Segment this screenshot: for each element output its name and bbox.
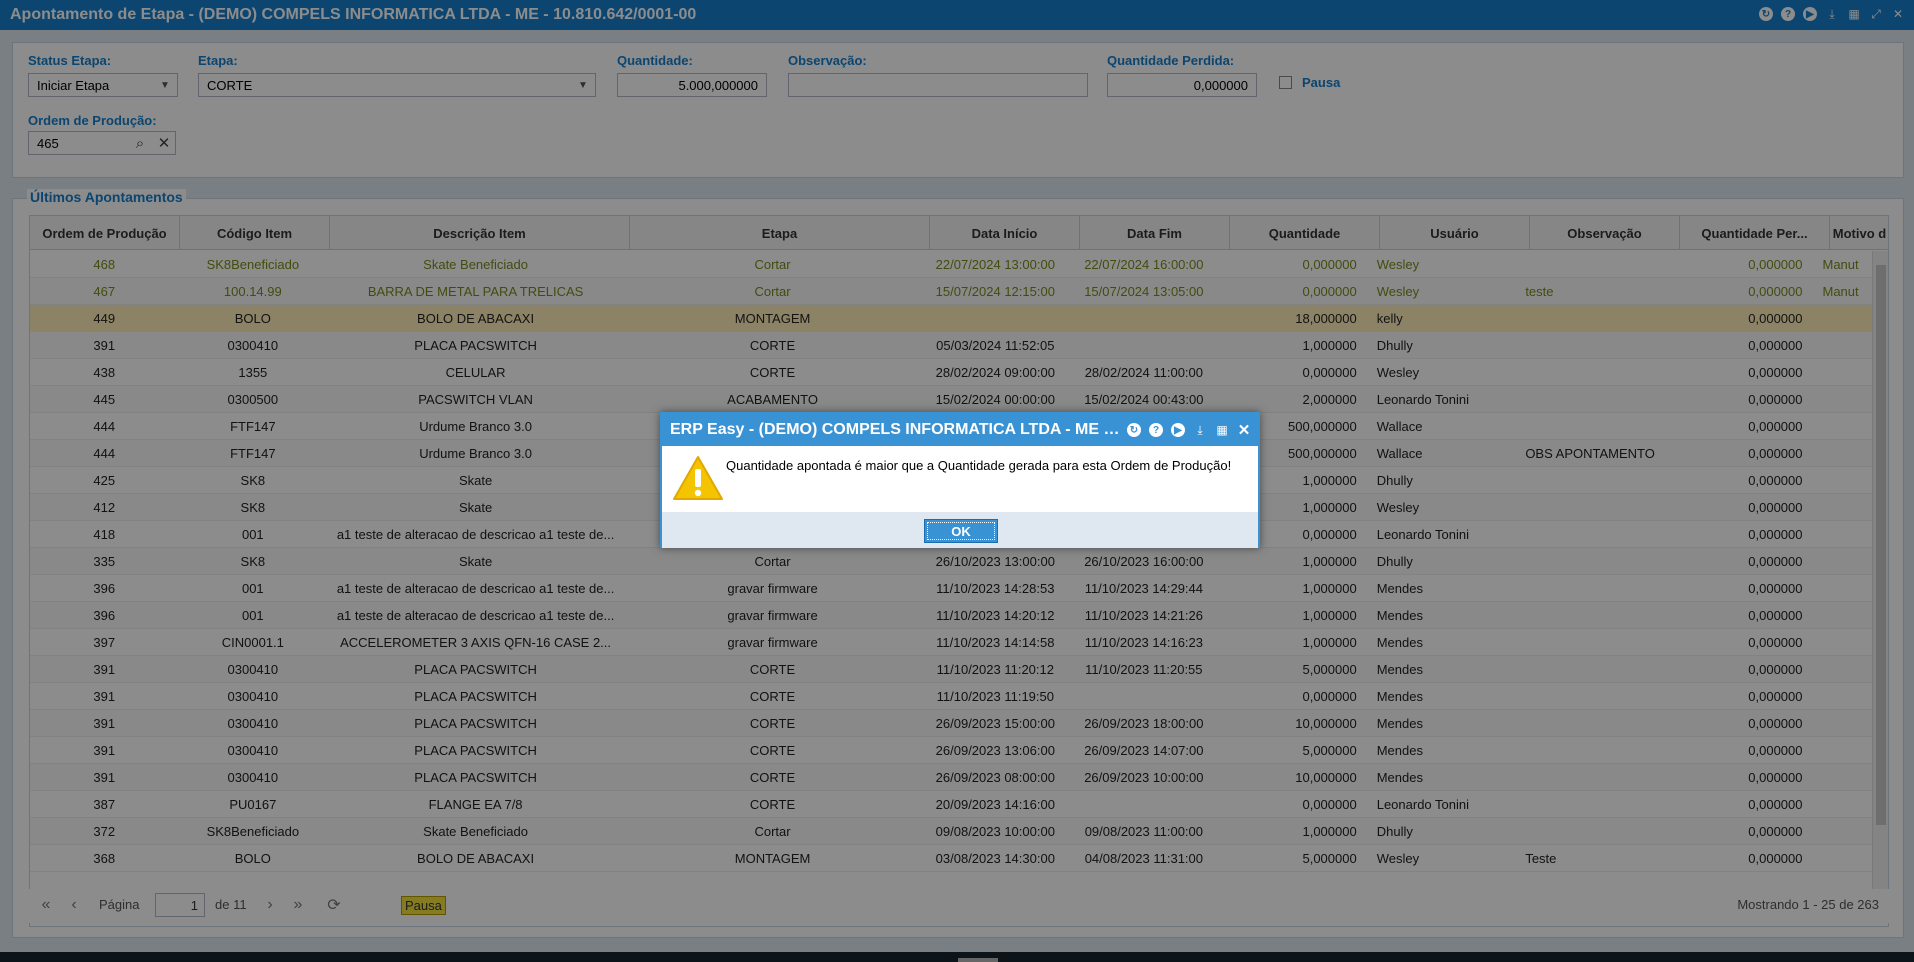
dialog-body: Quantidade apontada é maior que a Quanti… [662,446,1258,512]
alert-dialog: ERP Easy - (DEMO) COMPELS INFORMATICA LT… [660,412,1260,548]
dialog-footer: OK [662,512,1258,548]
dialog-titlebar: ERP Easy - (DEMO) COMPELS INFORMATICA LT… [662,414,1258,446]
dialog-message: Quantidade apontada é maior que a Quanti… [726,458,1232,473]
play-icon[interactable]: ▶ [1170,422,1186,438]
ok-button[interactable]: OK [924,519,998,543]
dialog-title: ERP Easy - (DEMO) COMPELS INFORMATICA LT… [670,421,1122,438]
close-icon[interactable]: ✕ [1236,422,1252,439]
refresh-icon[interactable]: ↻ [1126,422,1142,438]
help-icon[interactable]: ? [1148,422,1164,438]
dialog-tools: ↻ ? ▶ ⤓ ▦ ✕ [1126,422,1252,439]
warning-icon [673,456,723,500]
calendar-icon[interactable]: ▦ [1214,422,1230,438]
download-icon[interactable]: ⤓ [1192,422,1208,438]
